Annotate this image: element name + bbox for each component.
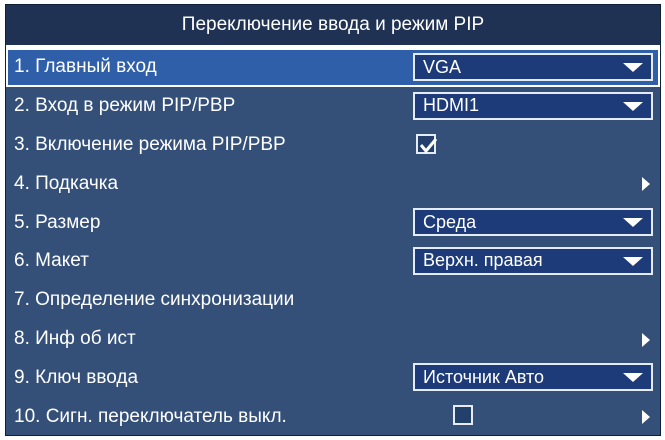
select-value: HDMI1 — [423, 95, 480, 116]
layout-select[interactable]: Верхн. правая — [413, 246, 653, 275]
chevron-down-icon — [623, 63, 643, 72]
menu-item-swap[interactable]: 4. Подкачка — [6, 164, 660, 203]
menu-title: Переключение ввода и режим PIP — [6, 5, 660, 48]
menu-item-size[interactable]: 5. Размер Среда — [6, 203, 660, 242]
pip-enable-checkbox[interactable] — [416, 133, 438, 154]
chevron-right-icon[interactable] — [642, 332, 650, 347]
select-value: Источник Авто — [423, 366, 545, 387]
menu-item-source-info[interactable]: 8. Инф об ист — [6, 320, 660, 359]
input-key-select[interactable]: Источник Авто — [413, 363, 653, 392]
chevron-down-icon — [623, 218, 643, 228]
select-value: VGA — [423, 56, 462, 77]
menu-item-pip-input[interactable]: 2. Вход в режим PIP/PBP HDMI1 — [6, 87, 660, 126]
checkmark-icon — [419, 137, 438, 153]
menu-item-label: 6. Макет — [14, 250, 89, 272]
menu-item-label: 9. Ключ ввода — [14, 366, 139, 388]
select-value: Среда — [423, 211, 477, 232]
menu-item-label: 2. Вход в режим PIP/PBP — [14, 95, 236, 117]
menu-item-label: 5. Размер — [14, 211, 101, 233]
select-value: Верхн. правая — [423, 250, 543, 271]
chevron-right-icon[interactable] — [642, 177, 650, 192]
menu-item-sync-detect[interactable]: 7. Определение синхронизации — [6, 281, 660, 320]
menu-item-input-key[interactable]: 9. Ключ ввода Источник Авто — [6, 358, 660, 397]
menu-item-label: 1. Главный вход — [14, 56, 157, 78]
menu-item-main-input[interactable]: 1. Главный вход VGA — [6, 48, 660, 87]
menu-items: 1. Главный вход VGA 2. Вход в режим PIP/… — [6, 48, 660, 436]
menu-item-label: 8. Инф об ист — [14, 327, 136, 349]
chevron-down-icon — [623, 256, 643, 266]
menu-item-pip-enable[interactable]: 3. Включение режима PIP/PBP — [6, 126, 660, 165]
menu-item-label: 4. Подкачка — [14, 172, 119, 194]
menu-item-layout[interactable]: 6. Макет Верхн. правая — [6, 242, 660, 281]
menu-item-signal-switch-off[interactable]: 10. Сигн. переключатель выкл. — [6, 397, 660, 436]
osd-menu-panel: Переключение ввода и режим PIP 1. Главны… — [5, 4, 661, 436]
chevron-right-icon[interactable] — [642, 410, 650, 425]
signal-switch-checkbox[interactable] — [453, 405, 473, 426]
main-input-select[interactable]: VGA — [413, 53, 653, 81]
menu-item-label: 7. Определение синхронизации — [14, 289, 295, 311]
menu-item-label: 10. Сигн. переключатель выкл. — [14, 405, 287, 427]
chevron-down-icon — [623, 101, 643, 111]
chevron-down-icon — [623, 373, 643, 383]
size-select[interactable]: Среда — [413, 208, 653, 237]
pip-input-select[interactable]: HDMI1 — [413, 91, 653, 120]
menu-item-label: 3. Включение режима PIP/PBP — [14, 133, 286, 155]
